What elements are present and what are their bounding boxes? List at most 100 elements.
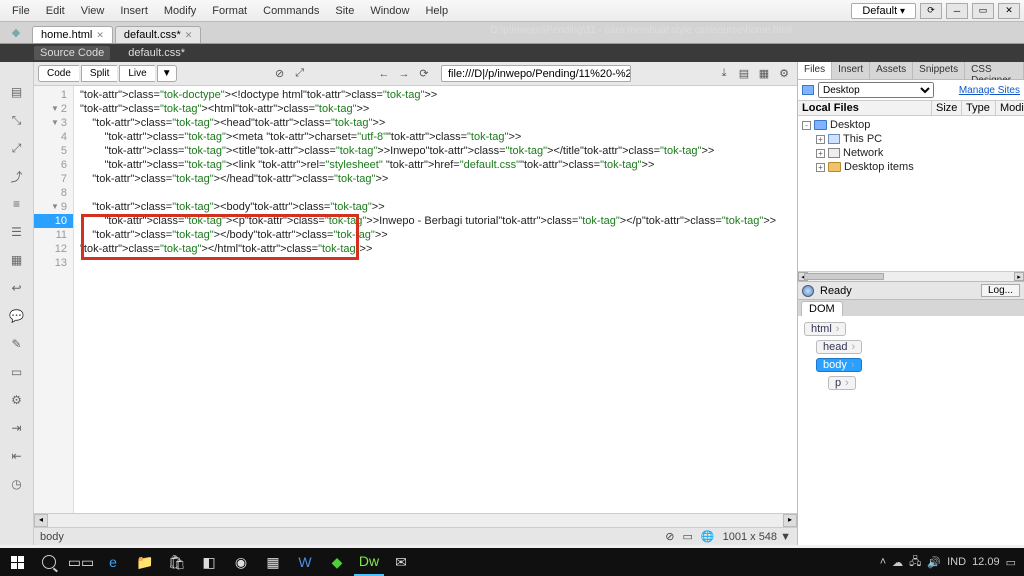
panel-tab-insert[interactable]: Insert [832,62,870,79]
subtab-default-css[interactable]: default.css* [122,46,191,60]
file-mgmt-icon[interactable]: ▤ [735,65,753,83]
menu-edit[interactable]: Edit [38,3,73,19]
view-dropdown-button[interactable]: ▼ [157,65,177,82]
rail-apply-icon[interactable]: ✎ [9,336,25,352]
taskbar-app2-icon[interactable]: ▦ [258,548,288,576]
panel-tab-cssdesigner[interactable]: CSS Designer [965,62,1024,79]
rail-format-icon[interactable]: ⚙ [9,392,25,408]
menu-format[interactable]: Format [204,3,255,19]
dom-node-html[interactable]: html [804,322,846,336]
minimize-button[interactable]: ─ [946,3,968,19]
rail-line-numbers-icon[interactable]: ☰ [9,224,25,240]
dw-home-icon[interactable]: ◆ [0,21,32,43]
taskbar-mail-icon[interactable]: ✉ [386,548,416,576]
tray-chevron-icon[interactable]: ˄ [880,556,886,568]
tab-close-icon[interactable]: ✕ [96,30,104,41]
menu-commands[interactable]: Commands [255,3,327,19]
download-icon[interactable]: ⤓ [715,65,733,83]
col-type[interactable]: Type [962,101,996,115]
status-overflow-icon[interactable]: ⊘ [665,530,674,543]
rail-open-docs-icon[interactable]: ▤ [9,84,25,100]
menu-help[interactable]: Help [417,3,456,19]
panel-tab-files[interactable]: Files [798,62,832,79]
dom-tree[interactable]: html head body p [798,316,1024,396]
tree-item[interactable]: +Network [798,146,1024,160]
dom-node-body[interactable]: body [816,358,862,372]
tree-item[interactable]: -Desktop [798,118,1024,132]
tray-notifications-icon[interactable]: ▭ [1006,556,1016,569]
tray-network-icon[interactable]: 🖧 [909,553,921,572]
view-live-button[interactable]: Live [119,65,154,82]
view-split-button[interactable]: Split [81,65,117,82]
dom-node-head[interactable]: head [816,340,862,354]
log-button[interactable]: Log... [981,284,1020,297]
tab-close-icon[interactable]: ✕ [185,30,193,41]
options-icon[interactable]: ⚙ [775,65,793,83]
start-button[interactable] [2,548,32,576]
tray-clock[interactable]: 12.09 [972,556,1000,568]
editor-hscrollbar[interactable]: ◂ ▸ [34,513,797,527]
panel-tab-snippets[interactable]: Snippets [913,62,965,79]
scroll-right-icon[interactable]: ▸ [1014,272,1024,281]
status-device-icon[interactable]: ▭ [683,530,693,543]
rail-balance-icon[interactable]: ≡ [9,196,25,212]
col-local-files[interactable]: Local Files [798,101,932,115]
manage-sites-link[interactable]: Manage Sites [959,85,1020,96]
dom-node-p[interactable]: p [828,376,856,390]
rail-word-wrap-icon[interactable]: ↩ [9,280,25,296]
taskbar-word-icon[interactable]: W [290,548,320,576]
scroll-left-icon[interactable]: ◂ [34,514,48,527]
dom-tab[interactable]: DOM [801,301,843,316]
subtab-source-code[interactable]: Source Code [34,46,110,60]
tab-default-css[interactable]: default.css* ✕ [115,26,201,43]
rail-remove-icon[interactable]: ▭ [9,364,25,380]
taskbar-edge-icon[interactable]: e [98,548,128,576]
rail-recent-icon[interactable]: ◷ [9,476,25,492]
taskbar-explorer-icon[interactable]: 📁 [130,548,160,576]
no-browser-icon[interactable]: ⊘ [271,65,289,83]
scroll-right-icon[interactable]: ▸ [783,514,797,527]
tab-home-html[interactable]: home.html ✕ [32,26,113,43]
inspect-icon[interactable]: ⤢ [291,65,309,83]
nav-fwd-icon[interactable]: → [395,65,413,83]
status-dimensions[interactable]: 1001 x 548 ▼ [723,531,791,543]
col-modified[interactable]: Modi [996,101,1024,115]
system-tray[interactable]: ˄ ☁ 🖧 🔊 IND 12.09 ▭ [880,553,1022,572]
rail-comment-icon[interactable]: 💬 [9,308,25,324]
site-dropdown[interactable]: Desktop [818,82,934,98]
menu-window[interactable]: Window [362,3,417,19]
tray-lang[interactable]: IND [947,556,966,568]
status-globe-icon[interactable]: 🌐 [701,530,715,543]
close-button[interactable]: ✕ [998,3,1020,19]
status-tag-path[interactable]: body [40,531,64,543]
files-tree[interactable]: -Desktop+This PC+Network+Desktop items [798,116,1024,271]
menu-view[interactable]: View [73,3,113,19]
code-content[interactable]: "tok-attr">class="tok-doctype"><!doctype… [74,86,776,513]
taskbar-dreamweaver-icon[interactable]: Dw [354,548,384,576]
taskbar-app1-icon[interactable]: ◧ [194,548,224,576]
tray-onedrive-icon[interactable]: ☁ [892,556,903,569]
rail-select-parent-icon[interactable]: ⤴ [9,168,25,184]
rail-collapse-icon[interactable]: ⤡ [9,112,25,128]
tree-item[interactable]: +Desktop items [798,160,1024,174]
taskview-button[interactable]: ▭▭ [66,548,96,576]
nav-back-icon[interactable]: ← [375,65,393,83]
rail-outdent-icon[interactable]: ⇤ [9,448,25,464]
search-button[interactable] [34,548,64,576]
address-bar[interactable]: file:///D|/p/inwepo/Pending/11%20-%20car… [441,65,631,82]
preview-icon[interactable]: ▦ [755,65,773,83]
code-editor[interactable]: 1▼2▼345678▼910111213 "tok-attr">class="t… [34,86,797,513]
sync-icon[interactable]: ⟳ [920,3,942,19]
scroll-thumb[interactable] [804,273,884,280]
taskbar-chrome-icon[interactable]: ◉ [226,548,256,576]
col-size[interactable]: Size [932,101,962,115]
menu-modify[interactable]: Modify [156,3,204,19]
menu-site[interactable]: Site [327,3,362,19]
rail-expand-icon[interactable]: ⤢ [9,140,25,156]
view-code-button[interactable]: Code [38,65,79,82]
taskbar-app3-icon[interactable]: ◆ [322,548,352,576]
menu-file[interactable]: File [4,3,38,19]
restore-button[interactable]: ▭ [972,3,994,19]
workspace-selector[interactable]: Default ▾ [851,3,916,19]
rail-highlight-icon[interactable]: ▦ [9,252,25,268]
